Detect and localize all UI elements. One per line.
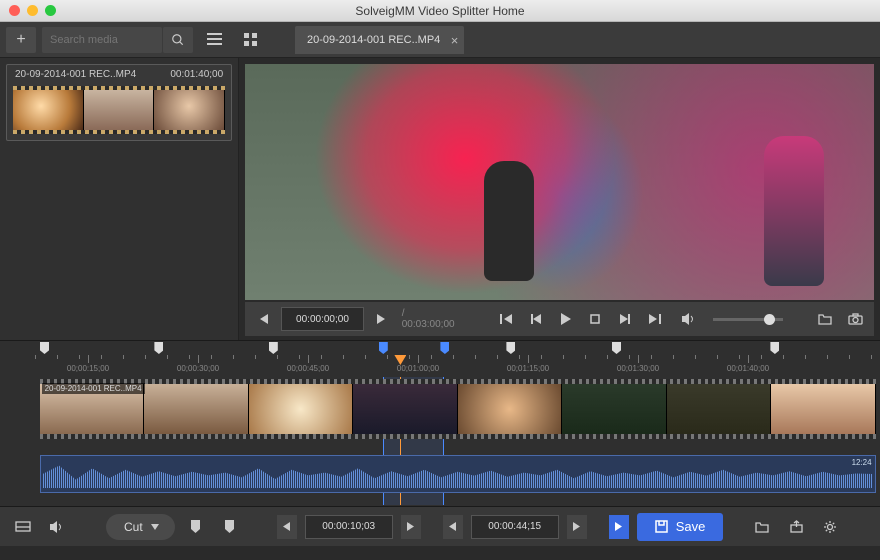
cut-label: Cut [124,520,143,534]
search-box[interactable] [42,27,162,53]
clip-label: 20-09-2014-001 REC..MP4 [42,383,145,394]
clip-frame [562,384,667,434]
preview-content [764,136,824,286]
save-button[interactable]: Save [637,513,724,541]
window-titlebar: SolveigMM Video Splitter Home [0,0,880,22]
skip-back-button[interactable] [493,307,519,331]
timeline-marker[interactable] [154,342,163,354]
timeline-marker[interactable] [770,342,779,354]
timeline-marker[interactable] [440,342,449,354]
open-folder-button[interactable] [813,307,839,331]
out-prev-button[interactable] [443,515,463,539]
go-to-selection-button[interactable] [609,515,629,539]
file-tab[interactable]: 20-09-2014-001 REC..MP4 × [295,26,464,54]
save-label: Save [676,519,706,534]
media-item-header: 20-09-2014-001 REC..MP4 00:01:40;00 [7,65,231,84]
thumb-frame [84,90,155,130]
clip-frame [249,384,354,434]
export-button[interactable] [783,515,809,539]
preview-area: 00:00:00;00 / 00:03:00;00 [239,58,880,340]
tracks: 20-09-2014-001 REC..MP4 12:24 [0,377,880,505]
duration-label: / 00:03:00;00 [402,308,460,330]
layout-button[interactable] [10,515,36,539]
settings-button[interactable] [817,515,843,539]
ruler-label: 00;00:30;00 [177,364,219,373]
time-ruler[interactable]: 00;00:15;00 00;00:30;00 00;00:45;00 00;01:0… [0,355,880,377]
file-tab-label: 20-09-2014-001 REC..MP4 [307,34,440,46]
timeline-marker[interactable] [379,342,388,354]
timeline-marker[interactable] [506,342,515,354]
waveform [43,460,873,488]
timeline-marker[interactable] [40,342,49,354]
volume-icon[interactable] [676,307,702,331]
set-out-marker-button[interactable] [217,515,243,539]
in-timecode[interactable]: 00:00:10;03 [305,515,393,539]
step-forward-button[interactable] [612,307,638,331]
ruler-label: 00;01:30;00 [617,364,659,373]
video-clip[interactable]: 20-09-2014-001 REC..MP4 [40,379,876,439]
media-item[interactable]: 20-09-2014-001 REC..MP4 00:01:40;00 [6,64,232,141]
save-icon [655,520,668,533]
close-tab-button[interactable]: × [451,33,459,48]
audio-track[interactable]: 12:24 [0,455,880,495]
add-media-button[interactable]: + [6,27,36,53]
clip-frame [458,384,563,434]
player-controls: 00:00:00;00 / 00:03:00;00 [245,302,874,336]
top-toolbar: + 20-09-2014-001 REC..MP4 × [0,22,880,58]
ruler-label: 00;00:15;00 [67,364,109,373]
frame-back-button[interactable] [251,307,277,331]
current-timecode[interactable]: 00:00:00;00 [281,307,364,331]
snapshot-button[interactable] [842,307,868,331]
thumb-frame [154,90,225,130]
media-item-name: 20-09-2014-001 REC..MP4 [15,69,136,80]
ruler-label: 00;00:45;00 [287,364,329,373]
clip-frame [771,384,876,434]
media-panel: 20-09-2014-001 REC..MP4 00:01:40;00 [0,58,239,340]
chevron-down-icon [151,524,159,530]
stop-button[interactable] [583,307,609,331]
ruler-label: 00;01:40;00 [727,364,769,373]
main-area: 20-09-2014-001 REC..MP4 00:01:40;00 00:0… [0,58,880,340]
audio-duration: 12:24 [852,458,872,467]
media-thumbnail [13,86,225,134]
volume-thumb[interactable] [764,314,775,325]
step-back-button[interactable] [523,307,549,331]
audio-clip[interactable]: 12:24 [40,455,876,493]
window-title: SolveigMM Video Splitter Home [0,4,880,18]
timeline-marker[interactable] [612,342,621,354]
cut-mode-button[interactable]: Cut [106,514,175,540]
in-next-button[interactable] [401,515,421,539]
video-track[interactable]: 20-09-2014-001 REC..MP4 [0,379,880,451]
clip-frame [144,384,249,434]
list-view-button[interactable] [199,27,229,53]
clip-frame [667,384,772,434]
volume-slider[interactable] [713,318,782,321]
out-timecode[interactable]: 00:00:44;15 [471,515,559,539]
ruler-label: 00;01:00;00 [397,364,439,373]
mute-button[interactable] [44,515,70,539]
search-input[interactable] [50,34,154,46]
open-button[interactable] [749,515,775,539]
timeline[interactable]: 00;00:15;00 00;00:30;00 00;00:45;00 00;01:0… [0,340,880,506]
set-in-marker-button[interactable] [183,515,209,539]
preview-content [484,161,534,281]
clip-frame [353,384,458,434]
grid-view-button[interactable] [235,27,265,53]
frame-forward-button[interactable] [368,307,394,331]
in-prev-button[interactable] [277,515,297,539]
ruler-label: 00;01:15;00 [507,364,549,373]
video-preview[interactable] [245,64,874,300]
timeline-marker[interactable] [269,342,278,354]
marker-row[interactable] [0,341,880,355]
search-button[interactable] [163,27,193,53]
out-next-button[interactable] [567,515,587,539]
thumb-frame [13,90,84,130]
skip-forward-button[interactable] [642,307,668,331]
play-button[interactable] [553,307,579,331]
bottom-toolbar: Cut 00:00:10;03 00:00:44;15 Save [0,506,880,546]
media-item-duration: 00:01:40;00 [170,69,223,80]
ruler-area[interactable]: 00;00:15;00 00;00:30;00 00;00:45;00 00;01:0… [0,341,880,377]
clip-frames [40,384,876,434]
